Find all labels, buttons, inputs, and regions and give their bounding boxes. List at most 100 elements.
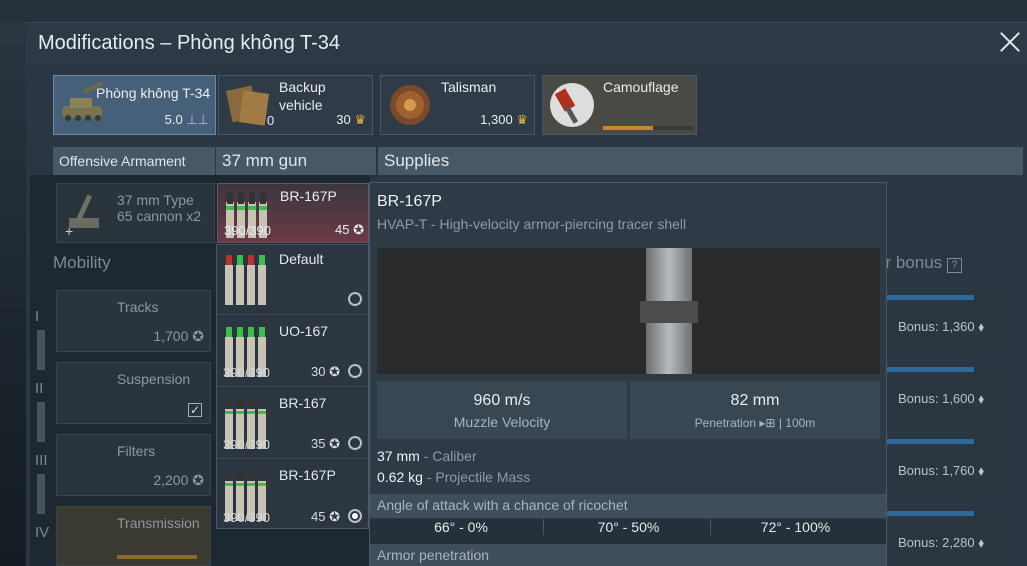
selected-ammo-name: BR-167P: [280, 188, 337, 204]
vehicle-br: 5.0 ⊥⊥: [164, 112, 209, 127]
header-offensive-armament: Offensive Armament: [53, 147, 215, 175]
shell-preview-image: [377, 248, 880, 374]
cannon-label: 37 mm Type 65 cannon x2: [117, 192, 202, 224]
ammo-price: 35 ✪: [311, 436, 340, 451]
svg-text:+: +: [65, 223, 73, 238]
mod-price: 1,700 ✪: [153, 328, 204, 344]
ammo-count: 390/390: [223, 510, 270, 525]
paint-brush-icon: [550, 83, 594, 127]
research-progress: [117, 555, 197, 559]
backup-count: 0: [267, 113, 275, 128]
mod-transmission[interactable]: Transmission: [56, 506, 211, 566]
silver-lion-icon: ✪: [192, 328, 204, 344]
mass-row: 0.62 kg - Projectile Mass: [377, 469, 531, 485]
ricochet-header: Angle of attack with a chance of ricoche…: [370, 494, 886, 518]
mod-name: Suspension: [117, 371, 191, 387]
shell-band: [640, 301, 698, 323]
vehicle-slot[interactable]: Phòng không T-34 5.0 ⊥⊥: [53, 75, 216, 135]
talisman-label: Talisman: [441, 79, 497, 95]
tooltip-ammo-description: HVAP-T - High-velocity armor-piercing tr…: [377, 216, 687, 232]
close-icon[interactable]: [999, 31, 1021, 53]
mod-name: Filters: [117, 443, 156, 459]
research-icon: ⬧: [978, 319, 985, 334]
radio-button[interactable]: [348, 364, 362, 378]
talisman-icon: [390, 85, 430, 125]
mobility-header: Mobility: [53, 253, 111, 272]
ammo-price: 45 ✪: [311, 509, 340, 524]
camouflage-slot[interactable]: Camouflage: [542, 75, 697, 135]
ammo-name: Default: [279, 251, 324, 267]
ammo-option-br-167p[interactable]: BR-167P 390/390 45 ✪: [217, 461, 368, 531]
mod-name: Transmission: [117, 515, 200, 531]
window-title: Modifications – Phòng không T-34: [38, 32, 341, 54]
bonus-bar: [886, 367, 974, 372]
header-gun: 37 mm gun: [216, 147, 376, 175]
radio-button-selected[interactable]: [348, 509, 362, 523]
silver-lion-icon: ✪: [329, 364, 340, 379]
tooltip-ammo-name: BR-167P: [377, 193, 442, 210]
research-icon: ⬧: [978, 463, 985, 478]
shell-direction-icon: ▸⊞: [759, 416, 776, 430]
ammo-option-uo-167[interactable]: UO-167 390/390 30 ✪: [217, 317, 368, 387]
ricochet-value: 72° - 100%: [710, 519, 880, 535]
bonus-header: er bonus ?: [876, 253, 962, 273]
talisman-price: 1,300 ♛: [480, 112, 528, 127]
cannon-icon: +: [65, 194, 99, 238]
tier-iii: III: [35, 452, 48, 469]
silver-lion-icon: ✪: [353, 222, 364, 237]
vehicle-name: Phòng không T-34: [96, 85, 211, 101]
ammo-price: 30 ✪: [311, 364, 340, 379]
golden-eagle-icon: ♛: [516, 112, 528, 127]
camouflage-label: Camouflage: [603, 79, 679, 95]
ammo-tooltip: BR-167P HVAP-T - High-velocity armor-pie…: [369, 182, 887, 566]
bonus-text: Bonus: 1,360 ⬧: [898, 319, 985, 334]
mod-suspension[interactable]: Suspension ✓: [56, 362, 211, 424]
checkbox-icon: ✓: [188, 403, 202, 417]
selected-ammo-cell[interactable]: BR-167P 390/390 45 ✪: [217, 183, 369, 243]
research-icon: ⬧: [978, 535, 985, 550]
bonus-cell: Bonus: 1,760 ⬧: [886, 439, 1011, 501]
cannon-cell[interactable]: + 37 mm Type 65 cannon x2: [56, 183, 215, 243]
camouflage-progress-fill: [603, 126, 653, 130]
tier-connector: [37, 402, 45, 442]
bonus-bar: [886, 511, 974, 516]
backup-vehicle-icon: [225, 85, 270, 126]
radio-button[interactable]: [348, 436, 362, 450]
backup-label: Backup vehicle: [279, 79, 326, 113]
bonus-text: Bonus: 1,600 ⬧: [898, 391, 985, 406]
ammo-name: BR-167P: [279, 467, 336, 483]
mod-tracks[interactable]: Tracks 1,700 ✪: [56, 290, 211, 352]
bonus-bar: [886, 295, 974, 300]
mod-filters[interactable]: Filters 2,200 ✪: [56, 434, 211, 496]
backup-price: 30 ♛: [336, 112, 366, 127]
tier-connector: [37, 330, 45, 370]
title-bar: Modifications – Phòng không T-34: [26, 23, 1027, 65]
ammo-count: 390/390: [223, 437, 270, 452]
mod-price: 2,200 ✪: [153, 472, 204, 488]
tier-iv: IV: [35, 524, 50, 541]
ricochet-value: 66° - 0%: [434, 519, 488, 535]
backup-vehicle-slot[interactable]: Backup vehicle 0 30 ♛: [218, 75, 373, 135]
mod-name: Tracks: [117, 299, 159, 315]
br-icon: ⊥⊥: [186, 112, 209, 127]
bonus-text: Bonus: 2,280 ⬧: [898, 535, 985, 550]
golden-eagle-icon: ♛: [354, 112, 366, 127]
silver-lion-icon: ✪: [329, 436, 340, 451]
bonus-cell: Bonus: 1,360 ⬧: [886, 295, 1011, 357]
header-supplies: Supplies: [378, 147, 1023, 175]
ammo-option-default[interactable]: Default: [217, 245, 368, 315]
research-icon: ⬧: [978, 391, 985, 406]
ammo-option-br-167[interactable]: BR-167 390/390 35 ✪: [217, 389, 368, 459]
muzzle-velocity-stat: 960 m/s Muzzle Velocity: [377, 381, 627, 439]
tier-connector: [37, 474, 45, 514]
bonus-cell: Bonus: 1,600 ⬧: [886, 367, 1011, 429]
talisman-slot[interactable]: Talisman 1,300 ♛: [380, 75, 535, 135]
ammo-count: 390/390: [223, 365, 270, 380]
radio-button[interactable]: [348, 292, 362, 306]
bonus-cell: Bonus: 2,280 ⬧: [886, 511, 1011, 566]
ricochet-value: 70° - 50%: [543, 519, 713, 535]
bonus-bar: [886, 439, 974, 444]
silver-lion-icon: ✪: [329, 509, 340, 524]
ammo-dropdown: Default UO-167 390/390 30 ✪ BR-167 390/3…: [216, 244, 369, 529]
ammo-name: UO-167: [279, 323, 329, 339]
